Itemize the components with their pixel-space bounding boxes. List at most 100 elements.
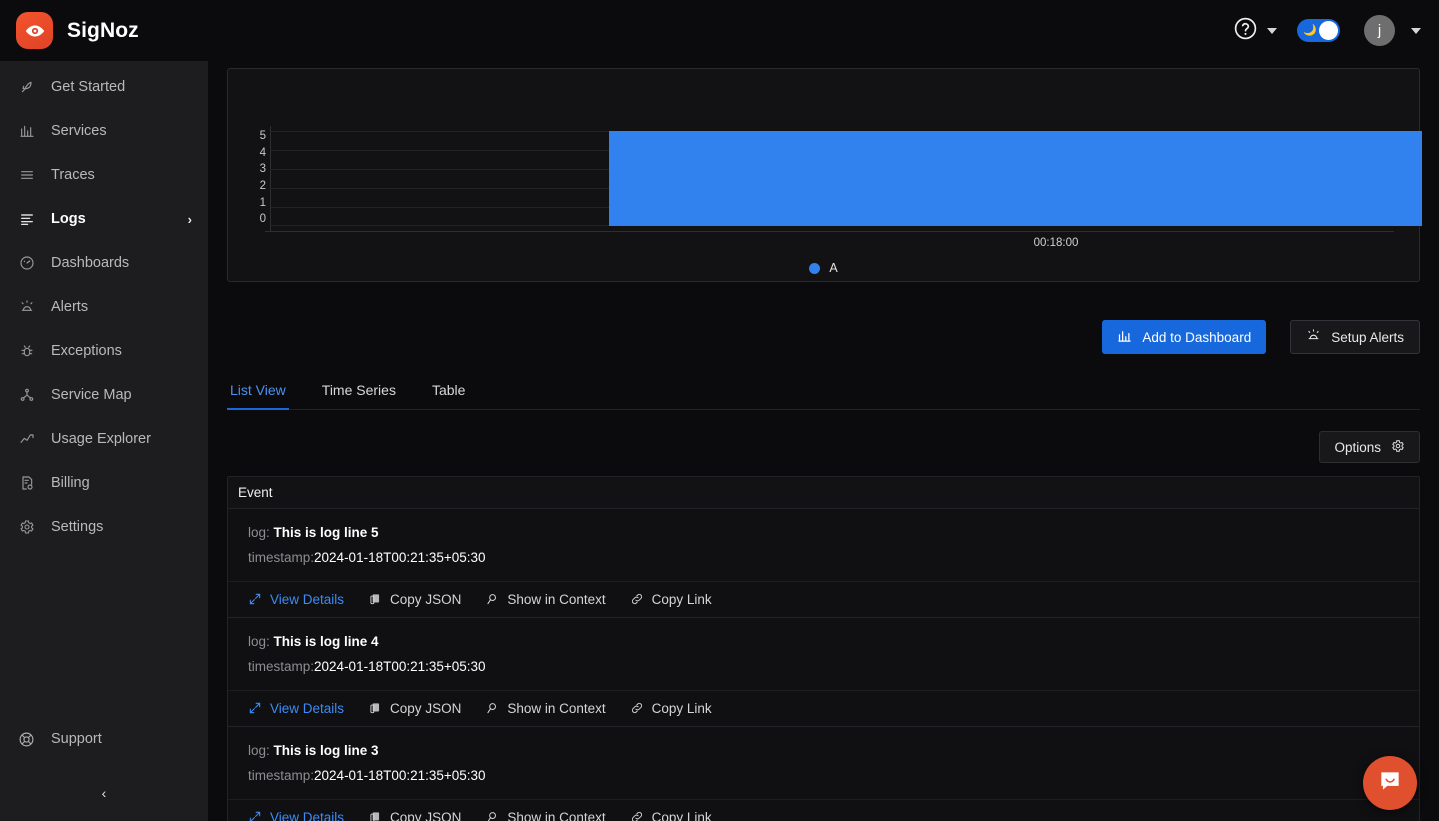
- copy-icon: [368, 701, 382, 715]
- link-icon: [630, 592, 644, 606]
- log-field-value: 2024-01-18T00:21:35+05:30: [314, 658, 486, 674]
- log-field-key: timestamp:: [248, 549, 315, 565]
- show-in-context-action[interactable]: Show in Context: [485, 810, 606, 821]
- bar-series-a[interactable]: [609, 131, 1422, 226]
- view-details-action[interactable]: View Details: [248, 810, 344, 821]
- help-menu[interactable]: [1233, 16, 1277, 46]
- log-field-key: timestamp:: [248, 658, 315, 674]
- setup-alerts-button[interactable]: Setup Alerts: [1290, 320, 1420, 354]
- show-in-context-action[interactable]: Show in Context: [485, 700, 606, 716]
- log-fields: log: This is log line 3 timestamp:2024-01…: [228, 727, 1419, 799]
- view-tabs: List View Time Series Table: [227, 382, 1420, 410]
- theme-toggle[interactable]: 🌙: [1297, 19, 1340, 42]
- sidebar-item-exceptions[interactable]: Exceptions: [0, 329, 208, 373]
- sidebar-nav: Get Started Services Traces Logs › Dashb…: [0, 65, 208, 717]
- show-in-context-action[interactable]: Show in Context: [485, 592, 606, 607]
- view-details-action[interactable]: View Details: [248, 701, 344, 716]
- log-row-actions: View Details Copy JSON Show in Context Copy…: [228, 689, 1419, 726]
- log-field-key: timestamp:: [248, 767, 315, 783]
- chevron-down-icon[interactable]: [1267, 27, 1277, 34]
- gear-icon: [1391, 439, 1405, 456]
- sidebar-collapse-button[interactable]: ‹: [0, 775, 208, 811]
- lifebuoy-icon: [18, 731, 35, 748]
- sidebar-item-get-started[interactable]: Get Started: [0, 65, 208, 109]
- log-row-actions: View Details Copy JSON Show in Context Copy…: [228, 580, 1419, 617]
- magnifier-icon: [485, 810, 499, 821]
- magnifier-icon: [485, 701, 499, 715]
- y-tick: 3: [259, 163, 266, 176]
- signoz-app: SigNoz 🌙 j Get Started Services Traces L…: [0, 0, 1439, 821]
- main-content: 5 4 3 2 1 0 00:18:00 A Add to Dashboard …: [208, 61, 1439, 821]
- copy-link-action[interactable]: Copy Link: [630, 810, 712, 821]
- tab-time-series[interactable]: Time Series: [320, 382, 398, 409]
- log-timestamp-line: timestamp:2024-01-18T00:21:35+05:30: [248, 764, 1409, 789]
- sidebar-item-settings[interactable]: Settings: [0, 505, 208, 549]
- brand-name: SigNoz: [67, 18, 139, 42]
- log-field-value: 2024-01-18T00:21:35+05:30: [314, 549, 486, 565]
- chevron-down-icon[interactable]: [1411, 27, 1421, 34]
- tab-list-view[interactable]: List View: [227, 382, 289, 410]
- sidebar-item-traces[interactable]: Traces: [0, 153, 208, 197]
- y-axis-ticks: 5 4 3 2 1 0: [248, 130, 266, 226]
- log-message-line: log: This is log line 5: [248, 521, 1409, 546]
- table-row[interactable]: log: This is log line 5 timestamp:2024-01…: [228, 509, 1419, 618]
- table-row[interactable]: log: This is log line 3 timestamp:2024-01…: [228, 727, 1419, 821]
- alarm-icon: [18, 299, 35, 316]
- sidebar-item-support[interactable]: Support: [0, 717, 208, 761]
- sidebar-item-billing[interactable]: Billing: [0, 461, 208, 505]
- chevron-left-icon[interactable]: ‹: [102, 785, 107, 801]
- sidebar-item-label: Exceptions: [51, 343, 122, 359]
- button-label: Add to Dashboard: [1142, 329, 1252, 345]
- y-tick: 2: [259, 180, 266, 193]
- bar-chart-icon: [1117, 328, 1132, 346]
- add-to-dashboard-button[interactable]: Add to Dashboard: [1102, 320, 1267, 354]
- intercom-chat-button[interactable]: [1363, 756, 1417, 810]
- log-field-value: This is log line 4: [273, 633, 379, 649]
- log-field-value: This is log line 5: [273, 525, 379, 540]
- avatar[interactable]: j: [1364, 15, 1395, 46]
- chevron-right-icon[interactable]: ›: [188, 212, 192, 227]
- plot-area: [265, 126, 1422, 232]
- logs-histogram-chart[interactable]: 5 4 3 2 1 0 00:18:00 A: [227, 68, 1422, 282]
- options-label: Options: [1334, 439, 1381, 455]
- header-controls: 🌙 j: [1233, 15, 1421, 46]
- log-fields: log: This is log line 5 timestamp:2024-01…: [228, 509, 1419, 581]
- copy-json-action[interactable]: Copy JSON: [368, 810, 461, 821]
- sidebar-item-label: Get Started: [51, 79, 126, 95]
- sidebar-item-service-map[interactable]: Service Map: [0, 373, 208, 417]
- rocket-icon: [18, 79, 35, 96]
- sidebar-item-alerts[interactable]: Alerts: [0, 285, 208, 329]
- log-timestamp-line: timestamp:2024-01-18T00:21:35+05:30: [248, 546, 1409, 571]
- copy-link-action[interactable]: Copy Link: [630, 592, 712, 607]
- options-row: Options: [227, 431, 1420, 463]
- action-label: Copy Link: [651, 591, 712, 607]
- options-button[interactable]: Options: [1319, 431, 1420, 463]
- logs-icon: [18, 211, 35, 228]
- action-label: Copy Link: [651, 700, 712, 716]
- log-fields: log: This is log line 4 timestamp:2024-01…: [228, 618, 1419, 690]
- sidebar-item-logs[interactable]: Logs ›: [0, 197, 208, 241]
- body: Get Started Services Traces Logs › Dashb…: [0, 61, 1439, 821]
- sidebar-item-label: Support: [51, 731, 102, 747]
- logs-list-table: Event log: This is log line 5 timestamp:2…: [227, 476, 1420, 821]
- copy-link-action[interactable]: Copy Link: [630, 701, 712, 716]
- brand[interactable]: SigNoz: [16, 12, 139, 49]
- copy-json-action[interactable]: Copy JSON: [368, 592, 461, 607]
- table-row[interactable]: log: This is log line 4 timestamp:2024-01…: [228, 618, 1419, 727]
- action-label: Show in Context: [507, 700, 606, 716]
- question-circle-icon[interactable]: [1233, 16, 1258, 46]
- dashboard-gauge-icon: [18, 255, 35, 272]
- chart-legend[interactable]: A: [228, 261, 1419, 275]
- alarm-icon: [1306, 328, 1321, 346]
- copy-icon: [368, 810, 382, 821]
- view-details-action[interactable]: View Details: [248, 592, 344, 607]
- tab-table[interactable]: Table: [430, 382, 467, 409]
- sidebar-item-label: Dashboards: [51, 255, 130, 271]
- sidebar-item-services[interactable]: Services: [0, 109, 208, 153]
- sidebar-item-dashboards[interactable]: Dashboards: [0, 241, 208, 285]
- copy-json-action[interactable]: Copy JSON: [368, 701, 461, 716]
- sidebar-item-label: Logs: [51, 211, 86, 227]
- action-label: View Details: [270, 700, 345, 716]
- action-label: Copy JSON: [390, 809, 462, 821]
- sidebar-item-usage-explorer[interactable]: Usage Explorer: [0, 417, 208, 461]
